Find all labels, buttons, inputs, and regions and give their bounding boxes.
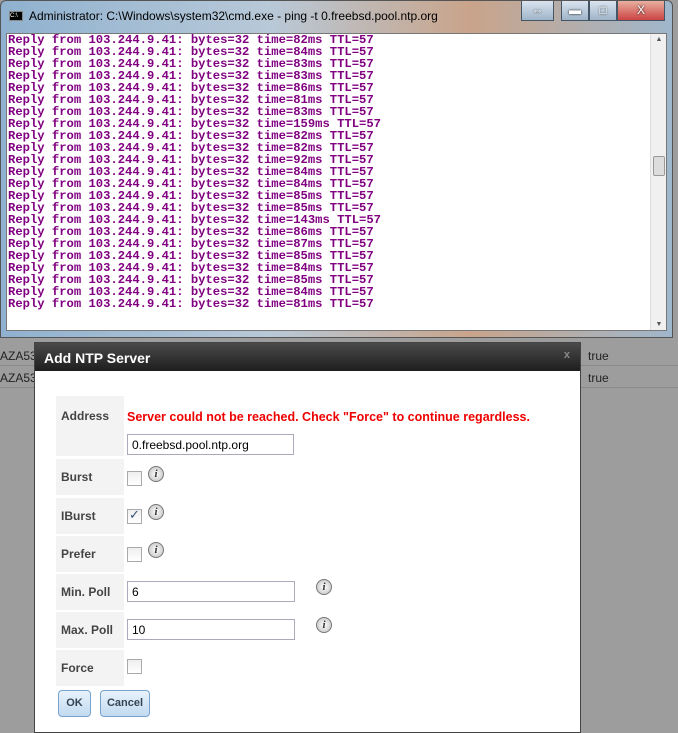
cmd-icon: C:\: [9, 11, 23, 21]
cell: AZA53: [0, 349, 37, 363]
prefer-label: Prefer: [56, 536, 124, 572]
prefer-checkbox[interactable]: [127, 547, 142, 562]
add-ntp-server-dialog: Add NTP Server x Address Server could no…: [34, 342, 581, 733]
min-poll-input[interactable]: 6: [127, 581, 295, 602]
burst-label: Burst: [56, 459, 124, 495]
error-message: Server could not be reached. Check "Forc…: [127, 410, 530, 424]
burst-checkbox[interactable]: [127, 471, 142, 486]
force-label: Force: [56, 650, 124, 686]
title-bar: C:\ Administrator: C:\Windows\system32\cm…: [9, 9, 438, 23]
console-output[interactable]: Reply from 103.244.9.41: bytes=32 time=8…: [6, 33, 667, 331]
restore-button[interactable]: ⇔: [521, 1, 554, 21]
maximize-button[interactable]: □: [589, 1, 617, 21]
address-label: Address: [56, 396, 124, 456]
scroll-down-icon[interactable]: ▼: [651, 321, 666, 328]
scroll-up-icon[interactable]: ▲: [651, 36, 666, 43]
close-button[interactable]: X: [617, 1, 665, 21]
address-input[interactable]: 0.freebsd.pool.ntp.org: [127, 434, 294, 455]
info-icon[interactable]: i: [148, 466, 164, 482]
scroll-thumb[interactable]: [653, 156, 665, 176]
window-title: Administrator: C:\Windows\system32\cmd.e…: [29, 9, 438, 23]
cancel-button[interactable]: Cancel: [100, 690, 150, 717]
scrollbar[interactable]: ▲ ▼: [650, 34, 666, 330]
iburst-checkbox[interactable]: [127, 507, 142, 524]
force-checkbox[interactable]: [127, 659, 142, 674]
console-lines: Reply from 103.244.9.41: bytes=32 time=8…: [8, 34, 381, 310]
min-poll-label: Min. Poll: [56, 574, 124, 610]
console-line: Reply from 103.244.9.41: bytes=32 time=8…: [8, 297, 374, 311]
cell: AZA53: [0, 371, 37, 385]
info-icon[interactable]: i: [316, 617, 332, 633]
max-poll-label: Max. Poll: [56, 612, 124, 648]
max-poll-input[interactable]: 10: [127, 619, 295, 640]
iburst-label: IBurst: [56, 498, 124, 534]
info-icon[interactable]: i: [316, 579, 332, 595]
cmd-window: C:\ Administrator: C:\Windows\system32\cm…: [0, 0, 673, 338]
cell: true: [588, 349, 609, 363]
dialog-title: Add NTP Server: [35, 343, 580, 371]
ok-button[interactable]: OK: [58, 690, 91, 717]
info-icon[interactable]: i: [148, 504, 164, 520]
info-icon[interactable]: i: [148, 542, 164, 558]
close-icon[interactable]: x: [564, 349, 570, 361]
cell: true: [588, 371, 609, 385]
minimize-button[interactable]: ▬: [561, 1, 589, 21]
